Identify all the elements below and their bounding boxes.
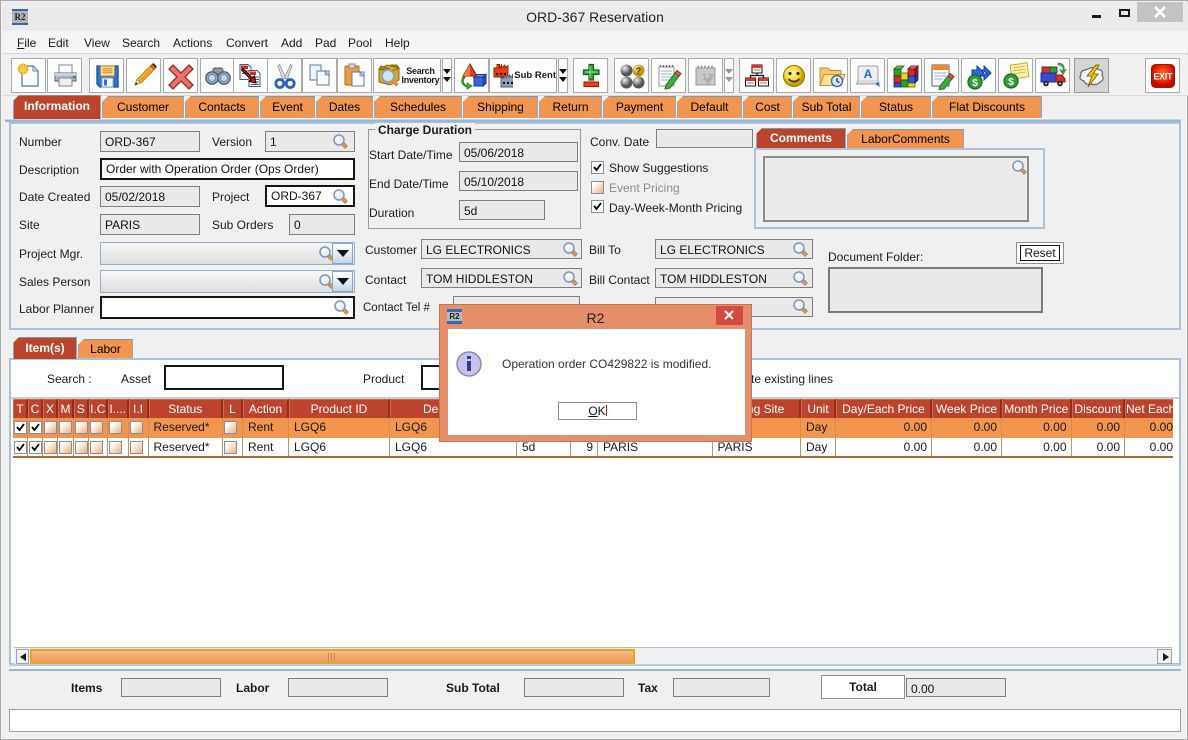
svg-text:$: $ bbox=[972, 78, 978, 89]
svg-text:$: $ bbox=[1008, 77, 1014, 88]
svg-text:EXIT: EXIT bbox=[1153, 71, 1172, 82]
svg-text:A: A bbox=[863, 67, 872, 81]
svg-text:?: ? bbox=[635, 66, 641, 76]
